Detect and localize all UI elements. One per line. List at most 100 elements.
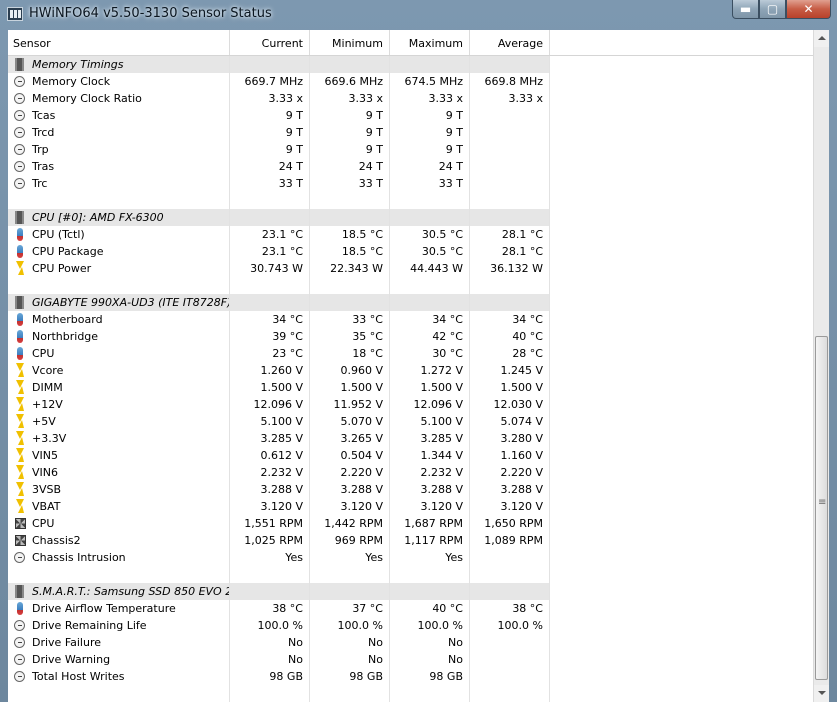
lightning-bolt-icon — [16, 448, 24, 462]
sensor-name — [8, 192, 230, 209]
fan-icon — [15, 518, 26, 529]
column-sensor[interactable]: Sensor — [8, 30, 230, 55]
column-header: Sensor Current Minimum Maximum Average — [8, 30, 813, 56]
average-value — [470, 668, 550, 685]
sensor-row[interactable]: Total Host Writes 98 GB 98 GB 98 GB — [8, 668, 813, 685]
sensor-row[interactable]: DIMM 1.500 V 1.500 V 1.500 V 1.500 V — [8, 379, 813, 396]
minimum-value: 24 T — [310, 158, 390, 175]
maximum-value: 3.288 V — [390, 481, 470, 498]
average-value — [470, 56, 550, 73]
sensor-row[interactable]: CPU (Tctl) 23.1 °C 18.5 °C 30.5 °C 28.1 °C — [8, 226, 813, 243]
maximum-value — [390, 583, 470, 600]
current-value: 33 T — [230, 175, 310, 192]
sensor-row[interactable]: Trp 9 T9 T9 T — [8, 141, 813, 158]
current-value: 3.33 x — [230, 90, 310, 107]
minimum-value: 37 °C — [310, 600, 390, 617]
column-minimum[interactable]: Minimum — [310, 30, 390, 55]
scroll-thumb[interactable] — [815, 336, 828, 680]
maximum-value: 100.0 % — [390, 617, 470, 634]
sensor-row[interactable]: +12V 12.096 V 11.952 V 12.096 V 12.030 V — [8, 396, 813, 413]
minimum-value: 9 T — [310, 107, 390, 124]
sensor-name: Northbridge — [8, 328, 230, 345]
scroll-up-arrow-icon[interactable] — [814, 30, 829, 47]
sensor-row[interactable]: VBAT 3.120 V 3.120 V 3.120 V 3.120 V — [8, 498, 813, 515]
column-average[interactable]: Average — [470, 30, 550, 55]
average-value — [470, 107, 550, 124]
thermometer-icon — [17, 602, 23, 615]
average-value: 28.1 °C — [470, 226, 550, 243]
column-current[interactable]: Current — [230, 30, 310, 55]
sensor-row[interactable]: 3VSB 3.288 V 3.288 V 3.288 V 3.288 V — [8, 481, 813, 498]
sensor-row[interactable]: Chassis2 1,025 RPM 969 RPM 1,117 RPM 1,089 R… — [8, 532, 813, 549]
minimum-value: 18.5 °C — [310, 243, 390, 260]
sensor-row[interactable]: Memory Clock Ratio 3.33 x 3.33 x 3.33 x 3.33… — [8, 90, 813, 107]
current-value — [230, 685, 310, 702]
average-value: 40 °C — [470, 328, 550, 345]
sensor-row[interactable]: Drive Warning No No No — [8, 651, 813, 668]
hwinfo-app-icon[interactable] — [7, 7, 23, 21]
sensor-row[interactable]: Trc 33 T 33 T 33 T — [8, 175, 813, 192]
sensor-row[interactable]: Drive Failure No No No — [8, 634, 813, 651]
sensor-group-row[interactable]: Memory Timings — [8, 56, 813, 73]
scroll-down-arrow-icon[interactable] — [814, 685, 829, 702]
sensor-row[interactable]: Chassis Intrusion Yes Yes Yes — [8, 549, 813, 566]
sensor-row[interactable]: VIN5 0.612 V 0.504 V 1.344 V 1.160 V — [8, 447, 813, 464]
gauge-icon — [14, 552, 25, 563]
sensor-row[interactable]: CPU Power 30.743 W 22.343 W 44.443 W 36.132 … — [8, 260, 813, 277]
average-value: 34 °C — [470, 311, 550, 328]
minimum-value: 3.120 V — [310, 498, 390, 515]
spacer-row — [8, 192, 813, 209]
sensor-row[interactable]: +5V 5.100 V 5.070 V 5.100 V 5.074 V — [8, 413, 813, 430]
minimize-button[interactable]: ▬ — [732, 0, 759, 19]
sensor-name: CPU (Tctl) — [8, 226, 230, 243]
title-bar[interactable]: HWiNFO64 v5.50-3130 Sensor Status ▬ ▢ ✕ — [0, 0, 837, 28]
sensor-row[interactable]: CPU 1,551 RPM 1,442 RPM 1,687 RPM 1,650 RPM — [8, 515, 813, 532]
gauge-icon — [14, 637, 25, 648]
sensor-name: CPU — [8, 345, 230, 362]
lightning-bolt-icon — [16, 431, 24, 445]
thermometer-icon — [17, 313, 23, 326]
average-value: 1,650 RPM — [470, 515, 550, 532]
sensor-row[interactable]: Tcas 9 T9 T9 T — [8, 107, 813, 124]
sensor-row[interactable]: Vcore 1.260 V 0.960 V 1.272 V 1.245 V — [8, 362, 813, 379]
sensor-row[interactable]: Drive Remaining Life 100.0 % 100.0 % 100.0 … — [8, 617, 813, 634]
sensor-row[interactable]: Motherboard 34 °C 33 °C 34 °C 34 °C — [8, 311, 813, 328]
minimum-value — [310, 566, 390, 583]
minimum-value: Yes — [310, 549, 390, 566]
maximum-value: 42 °C — [390, 328, 470, 345]
sensor-row[interactable]: Tras 24 T 24 T 24 T — [8, 158, 813, 175]
sensor-row[interactable]: +3.3V 3.285 V 3.265 V 3.285 V 3.280 V — [8, 430, 813, 447]
column-maximum[interactable]: Maximum — [390, 30, 470, 55]
close-button[interactable]: ✕ — [786, 0, 831, 19]
sensor-row[interactable]: Memory Clock 669.7 MHz 669.6 MHz 674.5 MHz 6… — [8, 73, 813, 90]
maximize-button[interactable]: ▢ — [759, 0, 786, 19]
vertical-scrollbar[interactable] — [813, 30, 829, 702]
minimum-value: No — [310, 651, 390, 668]
sensor-row[interactable]: Trcd 9 T9 T9 T — [8, 124, 813, 141]
sensor-row[interactable]: CPU 23 °C 18 °C 30 °C 28 °C — [8, 345, 813, 362]
maximum-value: 9 T — [390, 141, 470, 158]
current-value: 12.096 V — [230, 396, 310, 413]
current-value: No — [230, 651, 310, 668]
sensor-name: Chassis2 — [8, 532, 230, 549]
current-value: 9 T — [230, 107, 310, 124]
sensor-name: Motherboard — [8, 311, 230, 328]
sensor-row[interactable]: CPU Package 23.1 °C 18.5 °C 30.5 °C 28.1 °C — [8, 243, 813, 260]
sensor-name: 3VSB — [8, 481, 230, 498]
sensor-name: VIN6 — [8, 464, 230, 481]
sensor-group-row[interactable]: S.M.A.R.T.: Samsung SSD 850 EVO 25... — [8, 583, 813, 600]
maximum-value: 30.5 °C — [390, 226, 470, 243]
sensor-row[interactable]: Northbridge 39 °C 35 °C 42 °C 40 °C — [8, 328, 813, 345]
sensor-row[interactable]: Drive Airflow Temperature 38 °C 37 °C 40 °C… — [8, 600, 813, 617]
sensor-table: Sensor Current Minimum Maximum Average M… — [8, 30, 829, 702]
minimum-value: 2.220 V — [310, 464, 390, 481]
gauge-icon — [14, 93, 25, 104]
maximum-value: 1.344 V — [390, 447, 470, 464]
maximum-value: 2.232 V — [390, 464, 470, 481]
sensor-row[interactable]: VIN6 2.232 V 2.220 V 2.232 V 2.220 V — [8, 464, 813, 481]
sensor-group-row[interactable]: CPU [#0]: AMD FX-6300 — [8, 209, 813, 226]
minimum-value — [310, 685, 390, 702]
sensor-name: Trc — [8, 175, 230, 192]
average-value: 1.245 V — [470, 362, 550, 379]
sensor-group-row[interactable]: GIGABYTE 990XA-UD3 (ITE IT8728F) — [8, 294, 813, 311]
